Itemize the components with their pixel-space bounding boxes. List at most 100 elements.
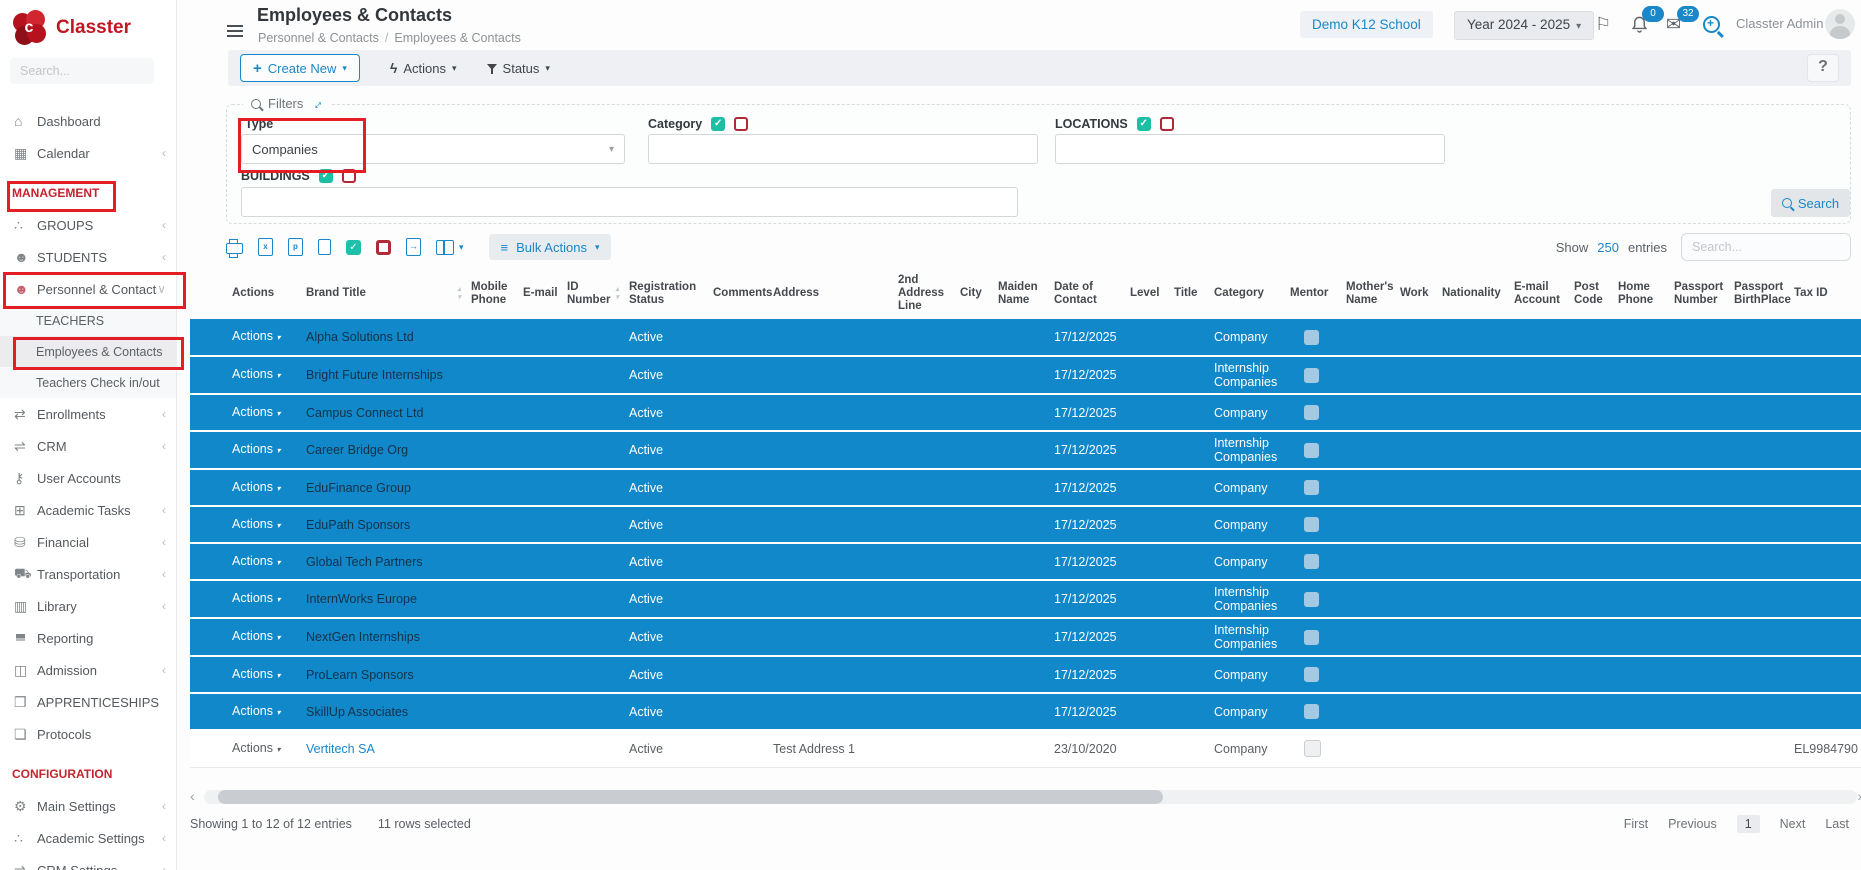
sidebar-item-financial[interactable]: ⛁ Financial ‹: [0, 526, 176, 558]
sidebar-item-enrollments[interactable]: ⇄ Enrollments ‹: [0, 398, 176, 430]
pagination-first[interactable]: First: [1624, 817, 1648, 831]
select-all-icon[interactable]: ✓: [318, 169, 333, 183]
table-row[interactable]: Actions ▾ Alpha Solutions Ltd Active 17/12/…: [190, 319, 1861, 356]
brand-logo[interactable]: c Classter: [12, 10, 131, 46]
row-actions-button[interactable]: Actions ▾: [232, 405, 280, 419]
excel-export-icon[interactable]: x: [258, 238, 273, 256]
table-row[interactable]: Actions ▾ Vertitech SA Active Test Address …: [190, 730, 1861, 767]
sidebar-item-teachers-check-in-out[interactable]: Teachers Check in/out: [0, 367, 176, 398]
sidebar-item-students[interactable]: ☻ STUDENTS ‹: [0, 241, 176, 273]
row-actions-button[interactable]: Actions ▾: [232, 367, 280, 381]
cell-brand_title[interactable]: Alpha Solutions Ltd: [302, 319, 467, 356]
create-new-button[interactable]: + Create New ▾: [240, 54, 360, 82]
row-actions-button[interactable]: Actions ▾: [232, 517, 280, 531]
cell-brand_title[interactable]: Vertitech SA: [302, 730, 467, 767]
cell-brand_title[interactable]: Bright Future Internships: [302, 356, 467, 394]
status-button[interactable]: Status ▾: [486, 61, 550, 76]
expand-icon[interactable]: ↔: [307, 94, 327, 114]
table-search-input[interactable]: [1681, 233, 1851, 261]
search-button[interactable]: Search: [1771, 189, 1850, 217]
sidebar-item-academic-settings[interactable]: ∴ Academic Settings ‹: [0, 822, 176, 854]
table-row[interactable]: Actions ▾ EduPath Sponsors Active 17/12/202…: [190, 506, 1861, 543]
sidebar-item-protocols[interactable]: ❏ Protocols: [0, 718, 176, 750]
mentor-checkbox[interactable]: [1304, 629, 1319, 645]
clear-selection-icon[interactable]: [341, 169, 356, 183]
sort-icon[interactable]: ▴ ▾: [615, 286, 619, 302]
table-row[interactable]: Actions ▾ InternWorks Europe Active 17/12/2…: [190, 580, 1861, 618]
row-actions-button[interactable]: Actions ▾: [232, 704, 280, 718]
sidebar-item-calendar[interactable]: ▦ Calendar ‹: [0, 137, 176, 169]
scroll-left-icon[interactable]: ‹: [190, 788, 195, 804]
table-row[interactable]: Actions ▾ ProLearn Sponsors Active 17/12/20…: [190, 656, 1861, 693]
pagination-last[interactable]: Last: [1825, 817, 1849, 831]
table-row[interactable]: Actions ▾ SkillUp Associates Active 17/12/2…: [190, 693, 1861, 730]
table-row[interactable]: Actions ▾ Career Bridge Org Active 17/12/20…: [190, 431, 1861, 469]
row-actions-button[interactable]: Actions ▾: [232, 667, 280, 681]
mentor-checkbox[interactable]: [1304, 667, 1319, 682]
sidebar-item-reporting[interactable]: Reporting: [0, 622, 176, 654]
cell-brand_title[interactable]: InternWorks Europe: [302, 580, 467, 618]
row-actions-button[interactable]: Actions ▾: [232, 480, 280, 494]
select-all-icon[interactable]: ✓: [1136, 117, 1151, 131]
pdf-export-icon[interactable]: p: [288, 238, 303, 256]
clear-selection-icon[interactable]: [1159, 117, 1174, 131]
sidebar-item-employees-contacts[interactable]: Employees & Contacts: [0, 336, 176, 367]
row-actions-button[interactable]: Actions ▾: [232, 329, 280, 343]
column-header-id_number[interactable]: ID Number ▴ ▾: [563, 268, 625, 319]
category-filter-input[interactable]: [648, 134, 1038, 164]
select-all-icon[interactable]: ✓: [711, 117, 726, 131]
pagination-previous[interactable]: Previous: [1668, 817, 1717, 831]
clear-selection-icon[interactable]: [734, 117, 749, 131]
copy-icon[interactable]: [318, 236, 335, 255]
column-header-brand_title[interactable]: Brand Title ▴ ▾: [302, 268, 467, 319]
columns-icon[interactable]: ▾: [436, 239, 464, 255]
mentor-checkbox[interactable]: [1304, 517, 1319, 532]
select-all-icon[interactable]: ✓: [346, 239, 361, 255]
row-actions-button[interactable]: Actions ▾: [232, 442, 280, 456]
bulk-actions-button[interactable]: ≡ Bulk Actions ▾: [488, 234, 612, 260]
buildings-filter-input[interactable]: [241, 187, 1018, 217]
sidebar-item-main-settings[interactable]: ⚙ Main Settings ‹: [0, 790, 176, 822]
cell-brand_title[interactable]: EduPath Sponsors: [302, 506, 467, 543]
cell-brand_title[interactable]: EduFinance Group: [302, 469, 467, 506]
row-actions-button[interactable]: Actions ▾: [232, 741, 280, 755]
cell-brand_title[interactable]: Career Bridge Org: [302, 431, 467, 469]
sidebar-item-personnel-contacts[interactable]: ☻ Personnel & Contacts ∨: [0, 273, 176, 305]
actions-button[interactable]: ϟ Actions ▾: [390, 60, 457, 76]
school-selector-button[interactable]: Demo K12 School: [1300, 11, 1433, 38]
zoom-in-icon[interactable]: [1703, 16, 1720, 33]
sidebar-search-input[interactable]: [10, 58, 154, 84]
cell-brand_title[interactable]: SkillUp Associates: [302, 693, 467, 730]
pagination-next[interactable]: Next: [1780, 817, 1806, 831]
avatar[interactable]: [1825, 9, 1855, 39]
mentor-checkbox[interactable]: [1304, 740, 1321, 758]
pagination-current-page[interactable]: 1: [1736, 815, 1760, 833]
cell-brand_title[interactable]: ProLearn Sponsors: [302, 656, 467, 693]
breadcrumb-parent[interactable]: Personnel & Contacts: [258, 31, 379, 45]
mentor-checkbox[interactable]: [1304, 554, 1319, 569]
mentor-checkbox[interactable]: [1304, 442, 1319, 458]
table-row[interactable]: Actions ▾ EduFinance Group Active 17/12/202…: [190, 469, 1861, 506]
sidebar-item-admission[interactable]: ◫ Admission ‹: [0, 654, 176, 686]
scrollbar-thumb[interactable]: [218, 790, 1163, 804]
row-actions-button[interactable]: Actions ▾: [232, 629, 280, 643]
print-icon[interactable]: [226, 239, 243, 258]
sidebar-item-user-accounts[interactable]: ⚷ User Accounts: [0, 462, 176, 494]
cell-brand_title[interactable]: Global Tech Partners: [302, 543, 467, 580]
table-row[interactable]: Actions ▾ NextGen Internships Active 17/12/…: [190, 618, 1861, 656]
hamburger-menu-icon[interactable]: [227, 25, 243, 37]
sidebar-item-academic-tasks[interactable]: ⊞ Academic Tasks ‹: [0, 494, 176, 526]
locations-filter-input[interactable]: [1055, 134, 1445, 164]
mentor-checkbox[interactable]: [1304, 329, 1319, 345]
type-filter-select[interactable]: Companies ▾: [241, 134, 625, 164]
scroll-right-icon[interactable]: ›: [1857, 788, 1861, 804]
export-icon[interactable]: →: [406, 238, 421, 256]
mentor-checkbox[interactable]: [1304, 405, 1319, 420]
cell-brand_title[interactable]: Campus Connect Ltd: [302, 394, 467, 431]
sort-icon[interactable]: ▴ ▾: [457, 286, 461, 302]
user-menu[interactable]: Classter Admin▾: [1736, 16, 1833, 31]
year-selector-button[interactable]: Year 2024 - 2025 ▾: [1454, 11, 1595, 40]
mentor-checkbox[interactable]: [1304, 367, 1319, 383]
sidebar-item-groups[interactable]: ∴ GROUPS ‹: [0, 209, 176, 241]
mail-badge[interactable]: 32: [1677, 6, 1699, 22]
